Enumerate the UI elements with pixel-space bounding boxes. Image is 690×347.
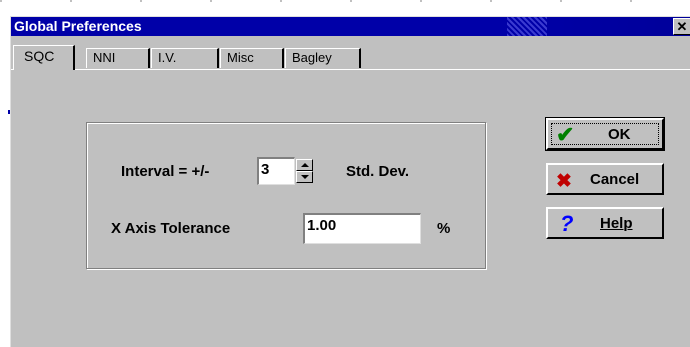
arrow-down-icon: [301, 175, 309, 179]
tolerance-input[interactable]: 1.00: [303, 213, 421, 244]
tab-iv[interactable]: I.V.: [151, 48, 219, 68]
interval-input[interactable]: 3: [257, 157, 295, 185]
ok-button[interactable]: ✔ OK: [545, 117, 665, 151]
tab-label: SQC: [24, 48, 55, 64]
tab-misc[interactable]: Misc: [220, 48, 284, 68]
help-label: Help: [600, 215, 633, 232]
tolerance-unit: %: [437, 220, 451, 237]
tab-label: Misc: [227, 50, 254, 65]
interval-unit: Std. Dev.: [346, 163, 410, 180]
close-icon: ✕: [676, 19, 688, 34]
interval-label: Interval = +/-: [121, 163, 210, 180]
help-button[interactable]: ? Help: [546, 207, 664, 239]
arrow-up-icon: [301, 163, 309, 167]
tab-divider: [11, 69, 690, 70]
ok-label: OK: [608, 126, 631, 143]
spin-up-button[interactable]: [296, 159, 313, 171]
tab-label: Bagley: [292, 50, 332, 65]
tab-label: I.V.: [158, 50, 177, 65]
top-edge-artifact: [0, 0, 690, 2]
checkmark-icon: ✔: [556, 122, 575, 147]
tolerance-label: X Axis Tolerance: [111, 220, 231, 237]
tab-nni[interactable]: NNI: [86, 48, 150, 68]
interval-spinner[interactable]: [296, 159, 313, 183]
cancel-label: Cancel: [590, 171, 640, 188]
spin-down-button[interactable]: [296, 171, 313, 183]
window-title: Global Preferences: [14, 18, 142, 34]
tab-sqc[interactable]: SQC: [13, 45, 75, 70]
sqc-settings-group: Interval = +/- 3 Std. Dev. X Axis Tolera…: [86, 122, 486, 269]
title-bar[interactable]: Global Preferences ✕: [11, 17, 690, 36]
close-button[interactable]: ✕: [673, 18, 690, 35]
tab-bagley[interactable]: Bagley: [285, 48, 361, 68]
title-pattern: [507, 17, 547, 36]
x-icon: ✖: [556, 171, 572, 192]
tab-label: NNI: [93, 50, 116, 65]
question-icon: ?: [560, 211, 574, 236]
global-preferences-dialog: Global Preferences ✕ SQC NNI I.V. Misc B…: [10, 16, 690, 347]
cancel-button[interactable]: ✖ Cancel: [546, 163, 664, 195]
